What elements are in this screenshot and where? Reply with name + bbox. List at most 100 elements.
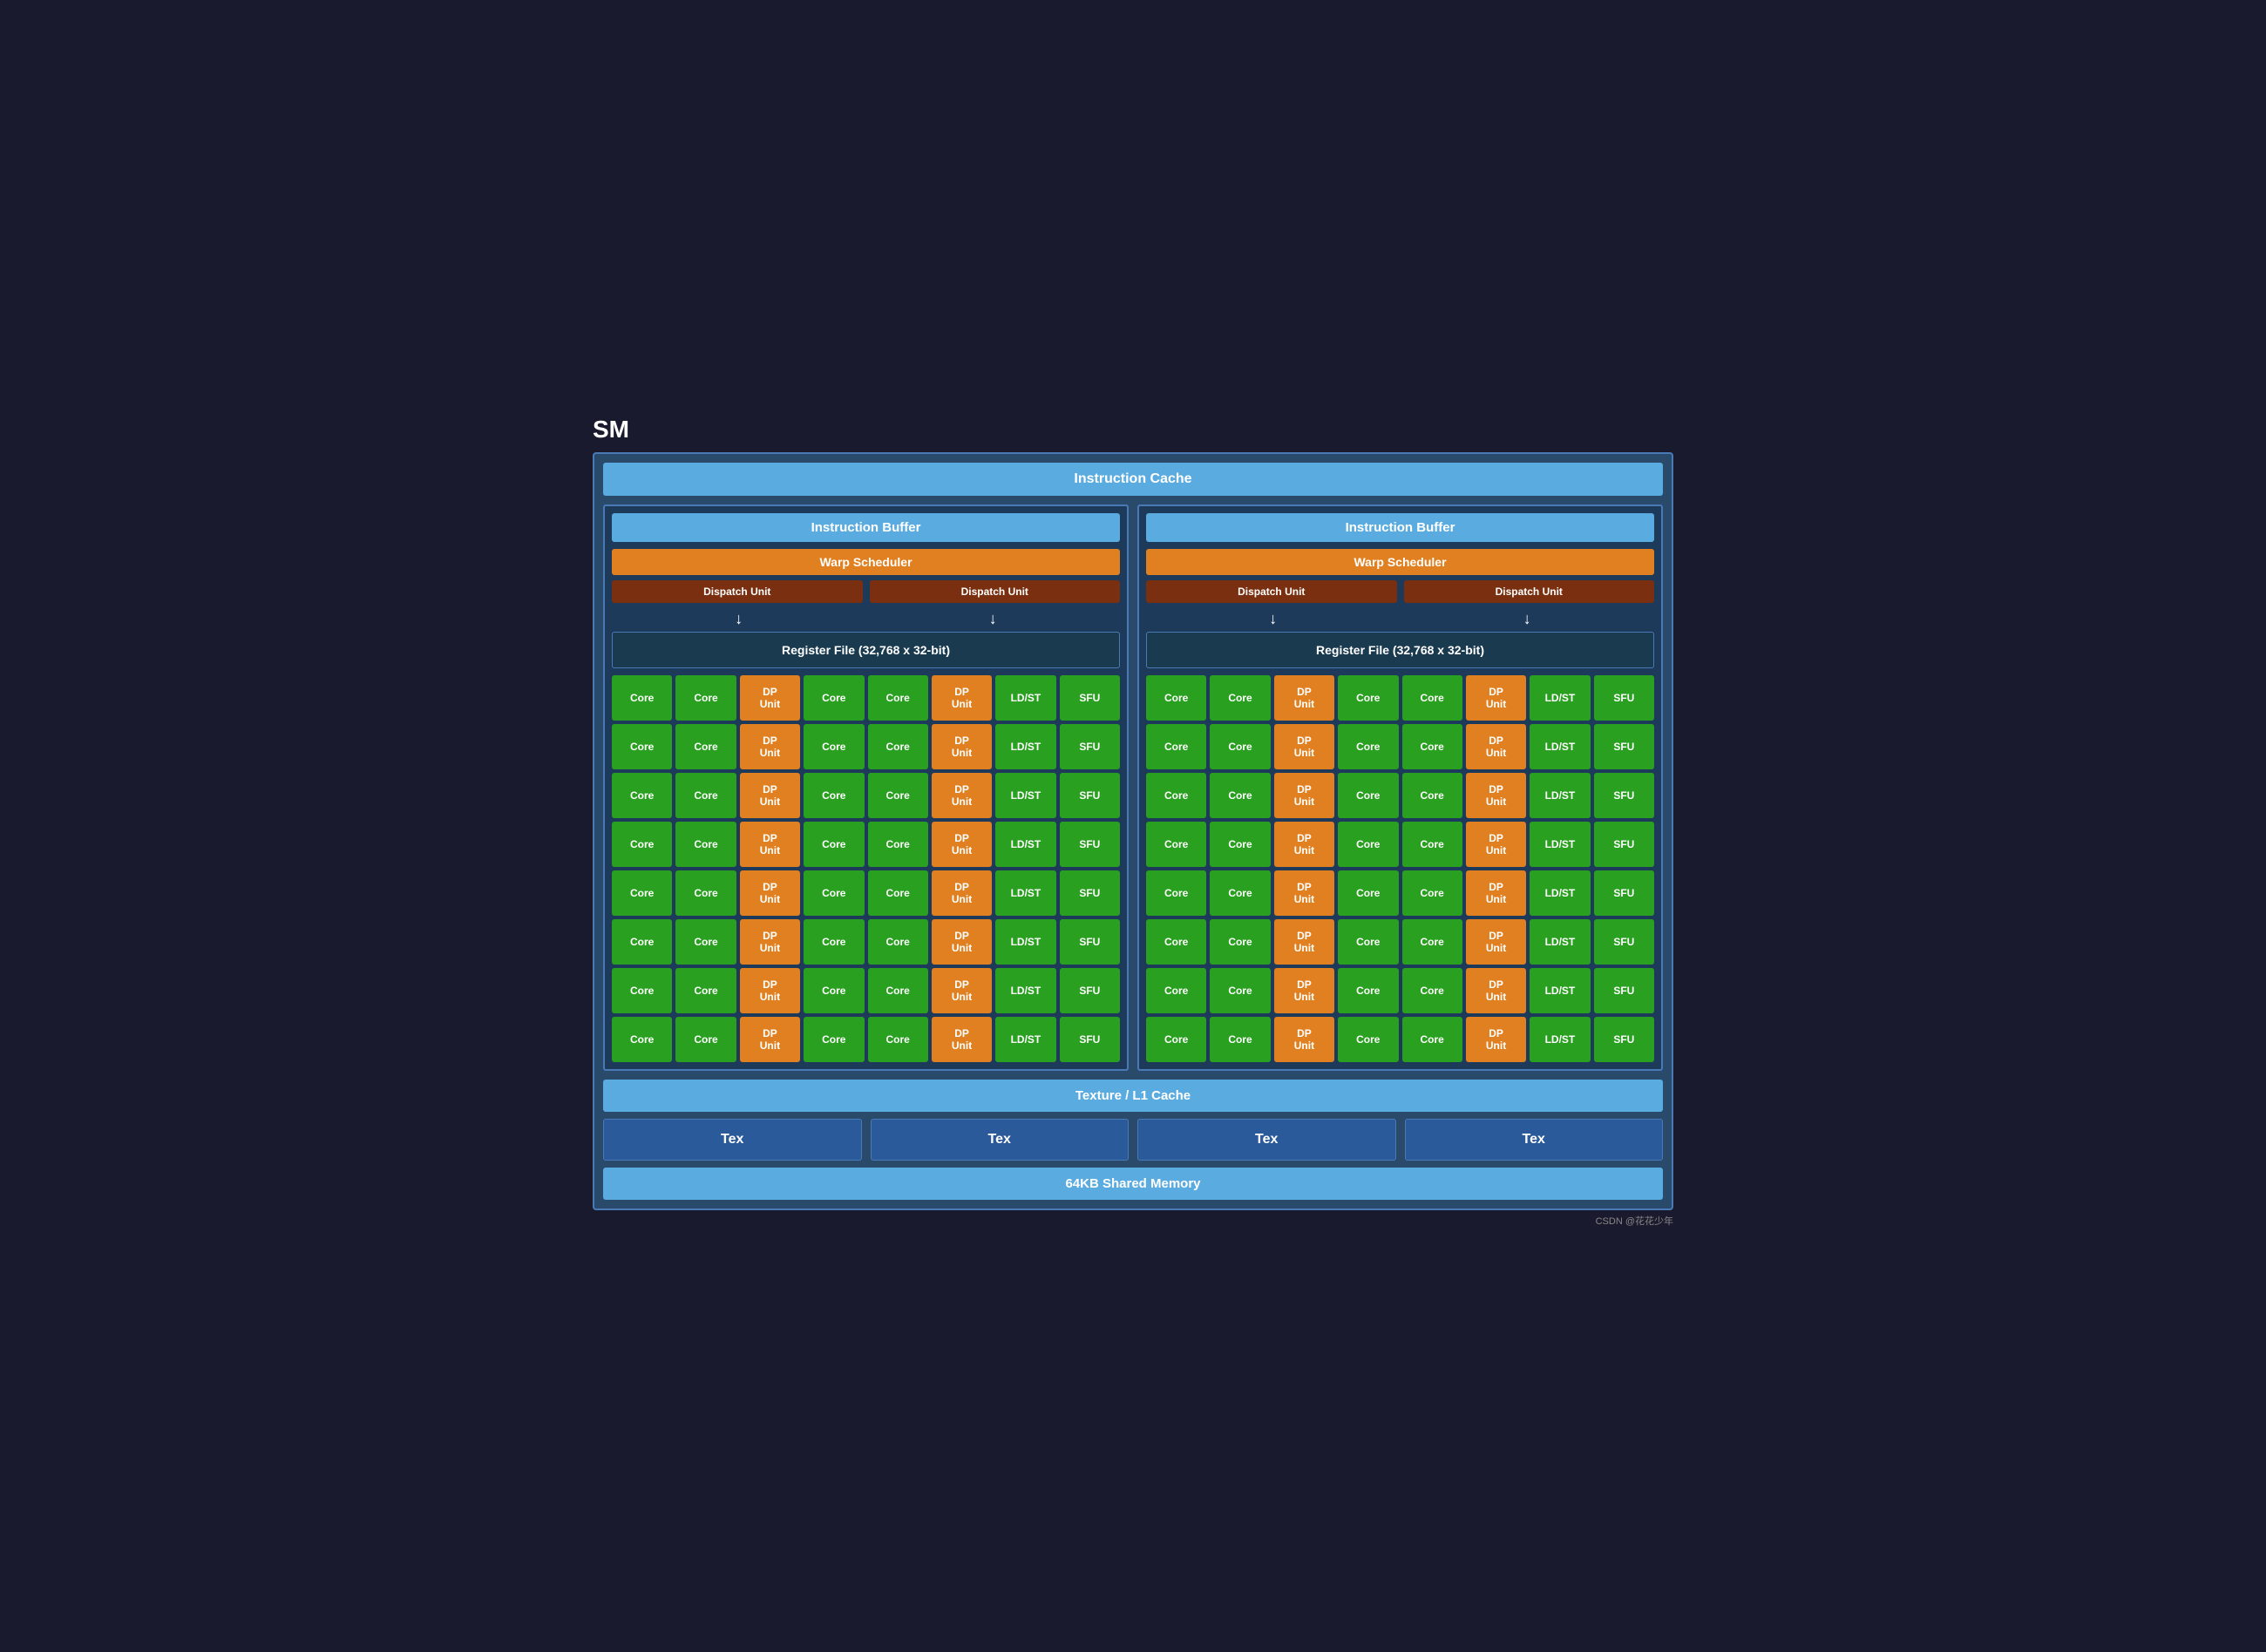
grid-cell: Core (1338, 822, 1398, 867)
grid-cell: Core (868, 724, 928, 769)
grid-cell: SFU (1060, 675, 1120, 721)
watermark: CSDN @花花少年 (593, 1214, 1673, 1228)
grid-cell: Core (804, 822, 864, 867)
grid-cell: LD/ST (1530, 1017, 1590, 1062)
grid-cell: Core (1146, 773, 1206, 818)
grid-cell: Core (804, 968, 864, 1013)
grid-cell: Core (675, 919, 736, 965)
grid-cell: Core (1146, 675, 1206, 721)
grid-cell: Core (612, 968, 672, 1013)
grid-cell: Core (1210, 870, 1270, 916)
grid-cell: LD/ST (995, 822, 1055, 867)
grid-cell: SFU (1594, 870, 1654, 916)
right-warp-scheduler: Warp Scheduler (1146, 549, 1654, 575)
tex-box-3: Tex (1137, 1119, 1396, 1161)
grid-cell: Core (1210, 1017, 1270, 1062)
grid-cell: SFU (1060, 968, 1120, 1013)
grid-cell: Core (868, 968, 928, 1013)
grid-cell: Core (804, 1017, 864, 1062)
right-instruction-buffer: Instruction Buffer (1146, 513, 1654, 542)
grid-cell: DPUnit (740, 675, 800, 721)
grid-cell: Core (1146, 822, 1206, 867)
grid-cell: DPUnit (1274, 1017, 1334, 1062)
grid-cell: DPUnit (1274, 870, 1334, 916)
grid-cell: Core (1210, 919, 1270, 965)
grid-cell: DPUnit (932, 822, 992, 867)
left-arrows: ↓ ↓ (612, 610, 1120, 628)
grid-cell: SFU (1594, 1017, 1654, 1062)
right-register-file: Register File (32,768 x 32-bit) (1146, 632, 1654, 668)
grid-cell: LD/ST (1530, 724, 1590, 769)
grid-cell: DPUnit (1466, 822, 1526, 867)
right-arrows: ↓ ↓ (1146, 610, 1654, 628)
grid-cell: Core (1402, 773, 1462, 818)
right-half: Instruction Buffer Warp Scheduler Dispat… (1137, 504, 1663, 1071)
grid-cell: Core (804, 870, 864, 916)
grid-cell: DPUnit (1274, 773, 1334, 818)
grid-cell: Core (804, 724, 864, 769)
grid-cell: Core (1338, 968, 1398, 1013)
sm-label: SM (593, 416, 1673, 443)
left-cores-grid: CoreCoreDPUnitCoreCoreDPUnitLD/STSFUCore… (612, 675, 1120, 1062)
grid-cell: SFU (1594, 968, 1654, 1013)
left-dispatch-unit-1: Dispatch Unit (612, 580, 863, 603)
grid-cell: SFU (1060, 1017, 1120, 1062)
grid-cell: DPUnit (1274, 724, 1334, 769)
grid-cell: LD/ST (995, 675, 1055, 721)
grid-cell: DPUnit (1466, 870, 1526, 916)
left-arrow-1: ↓ (735, 610, 743, 628)
grid-cell: Core (675, 870, 736, 916)
grid-cell: DPUnit (740, 1017, 800, 1062)
grid-cell: SFU (1060, 822, 1120, 867)
left-warp-scheduler: Warp Scheduler (612, 549, 1120, 575)
grid-cell: Core (1338, 919, 1398, 965)
grid-cell: Core (1146, 870, 1206, 916)
grid-cell: Core (612, 822, 672, 867)
grid-cell: DPUnit (1274, 675, 1334, 721)
shared-memory: 64KB Shared Memory (603, 1168, 1663, 1200)
grid-cell: DPUnit (1274, 968, 1334, 1013)
grid-cell: Core (612, 919, 672, 965)
grid-cell: DPUnit (1466, 773, 1526, 818)
grid-cell: Core (1402, 1017, 1462, 1062)
grid-cell: Core (1338, 1017, 1398, 1062)
grid-cell: DPUnit (740, 724, 800, 769)
grid-cell: Core (868, 773, 928, 818)
grid-cell: DPUnit (932, 968, 992, 1013)
grid-cell: Core (804, 919, 864, 965)
grid-cell: Core (1146, 1017, 1206, 1062)
grid-cell: DPUnit (1466, 919, 1526, 965)
tex-row: Tex Tex Tex Tex (603, 1119, 1663, 1161)
grid-cell: SFU (1060, 919, 1120, 965)
grid-cell: Core (675, 968, 736, 1013)
grid-cell: LD/ST (1530, 675, 1590, 721)
grid-cell: SFU (1060, 773, 1120, 818)
grid-cell: Core (612, 870, 672, 916)
grid-cell: Core (1210, 968, 1270, 1013)
grid-cell: Core (1402, 822, 1462, 867)
right-dispatch-row: Dispatch Unit Dispatch Unit (1146, 580, 1654, 603)
grid-cell: Core (675, 724, 736, 769)
grid-cell: Core (1338, 675, 1398, 721)
grid-cell: DPUnit (1466, 675, 1526, 721)
tex-box-1: Tex (603, 1119, 862, 1161)
two-halves: Instruction Buffer Warp Scheduler Dispat… (603, 504, 1663, 1071)
grid-cell: LD/ST (1530, 822, 1590, 867)
left-register-file: Register File (32,768 x 32-bit) (612, 632, 1120, 668)
grid-cell: Core (1402, 919, 1462, 965)
grid-cell: Core (1338, 773, 1398, 818)
grid-cell: Core (675, 822, 736, 867)
tex-box-2: Tex (871, 1119, 1130, 1161)
grid-cell: DPUnit (740, 822, 800, 867)
grid-cell: DPUnit (932, 919, 992, 965)
grid-cell: Core (675, 773, 736, 818)
grid-cell: Core (1402, 675, 1462, 721)
grid-cell: DPUnit (1466, 724, 1526, 769)
grid-cell: Core (675, 1017, 736, 1062)
left-dispatch-row: Dispatch Unit Dispatch Unit (612, 580, 1120, 603)
grid-cell: Core (612, 1017, 672, 1062)
grid-cell: Core (868, 675, 928, 721)
tex-box-4: Tex (1405, 1119, 1664, 1161)
grid-cell: DPUnit (740, 968, 800, 1013)
grid-cell: SFU (1594, 919, 1654, 965)
